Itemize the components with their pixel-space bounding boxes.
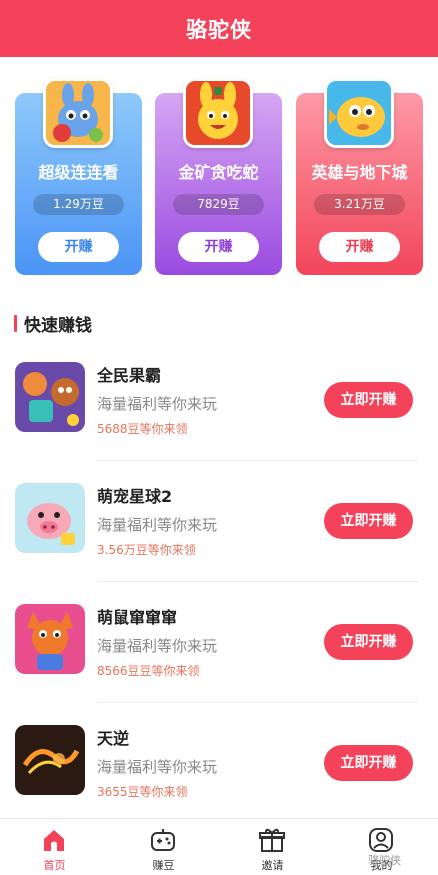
game-description: 海量福利等你来玩 <box>97 395 218 413</box>
tab-label: 首页 <box>43 859 66 872</box>
game-reward: 5688豆等你来领 <box>97 422 188 436</box>
featured-coins: 7829豆 <box>173 194 264 215</box>
game-reward: 3655豆等你来领 <box>97 785 188 799</box>
list-item[interactable]: 萌鼠窜窜窜 海量福利等你来玩 8566豆豆等你来领 立即开赚 <box>0 582 438 703</box>
featured-start-button[interactable]: 开赚 <box>178 232 259 262</box>
section-accent-bar <box>14 314 17 332</box>
game-thumbnail-icon <box>15 604 85 674</box>
start-earning-button[interactable]: 立即开赚 <box>324 624 413 660</box>
cartoon-rabbit-fruit-icon <box>43 78 113 148</box>
featured-games: 超级连连看 1.29万豆 开赚 金矿贪吃蛇 7829豆 开赚 英雄与地下城 3.… <box>15 78 423 275</box>
game-thumbnail-icon <box>15 483 85 553</box>
featured-card-0[interactable]: 超级连连看 1.29万豆 开赚 <box>15 78 142 275</box>
game-name: 天逆 <box>97 729 130 748</box>
featured-card-2[interactable]: 英雄与地下城 3.21万豆 开赚 <box>296 78 423 275</box>
start-earning-button[interactable]: 立即开赚 <box>324 745 413 781</box>
gift-icon <box>258 826 286 854</box>
home-icon <box>40 826 68 854</box>
game-name: 萌宠星球2 <box>97 487 173 506</box>
tab-invite[interactable]: 邀请 <box>218 819 327 875</box>
featured-start-button[interactable]: 开赚 <box>319 232 400 262</box>
tab-home[interactable]: 首页 <box>0 819 109 875</box>
game-name: 全民果霸 <box>97 366 162 385</box>
yellow-bunny-icon <box>183 78 253 148</box>
page-title: 骆驼侠 <box>186 17 252 42</box>
game-description: 海量福利等你来玩 <box>97 637 218 655</box>
list-item[interactable]: 全民果霸 海量福利等你来玩 5688豆等你来领 立即开赚 <box>0 340 438 461</box>
featured-name: 超级连连看 <box>38 163 119 182</box>
watermark-text: 骆驼侠 <box>368 854 401 867</box>
app-header: 骆驼侠 <box>0 0 438 57</box>
tab-label: 邀请 <box>261 859 284 872</box>
featured-coins: 1.29万豆 <box>33 194 124 215</box>
game-description: 海量福利等你来玩 <box>97 516 218 534</box>
featured-card-1[interactable]: 金矿贪吃蛇 7829豆 开赚 <box>155 78 282 275</box>
featured-name: 金矿贪吃蛇 <box>178 163 259 182</box>
tab-earn[interactable]: 赚豆 <box>109 819 218 875</box>
game-reward: 3.56万豆等你来领 <box>97 543 196 557</box>
featured-coins: 3.21万豆 <box>314 194 405 215</box>
profile-icon <box>367 826 395 854</box>
section-title: 快速赚钱 <box>24 315 92 336</box>
game-name: 萌鼠窜窜窜 <box>97 608 178 627</box>
yellow-fish-icon <box>324 78 394 148</box>
gamepad-icon <box>149 826 177 854</box>
section-header: 快速赚钱 <box>14 312 92 336</box>
game-thumbnail-icon <box>15 362 85 432</box>
featured-name: 英雄与地下城 <box>311 163 408 182</box>
game-reward: 8566豆豆等你来领 <box>97 664 200 678</box>
tab-label: 赚豆 <box>152 859 175 872</box>
start-earning-button[interactable]: 立即开赚 <box>324 503 413 539</box>
list-item[interactable]: 萌宠星球2 海量福利等你来玩 3.56万豆等你来领 立即开赚 <box>0 461 438 582</box>
list-item[interactable]: 天逆 海量福利等你来玩 3655豆等你来领 立即开赚 <box>0 703 438 824</box>
game-thumbnail-icon <box>15 725 85 795</box>
featured-start-button[interactable]: 开赚 <box>38 232 119 262</box>
game-description: 海量福利等你来玩 <box>97 758 218 776</box>
start-earning-button[interactable]: 立即开赚 <box>324 382 413 418</box>
